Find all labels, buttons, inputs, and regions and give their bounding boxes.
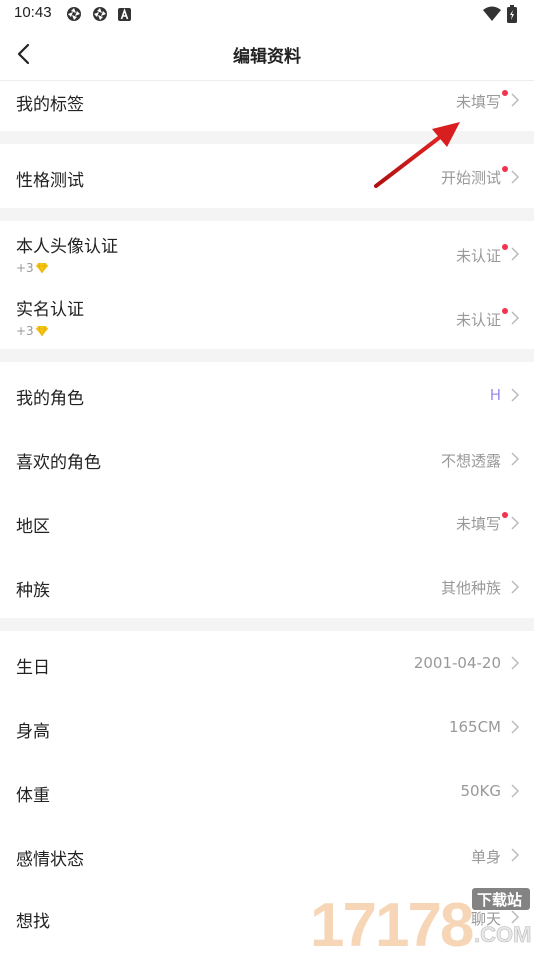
row-value: 其他种族 bbox=[440, 579, 501, 597]
row-value: 未填写 bbox=[455, 515, 501, 533]
row-label: 性格测试 bbox=[16, 171, 84, 191]
row-height[interactable]: 身高 165CM bbox=[0, 695, 534, 759]
aperture-icon bbox=[93, 7, 107, 21]
row-value: 50KG bbox=[460, 782, 501, 800]
row-value: 单身 bbox=[470, 848, 501, 866]
red-dot-badge bbox=[502, 166, 508, 172]
row-value: 2001-04-20 bbox=[413, 654, 501, 672]
red-dot-badge bbox=[502, 244, 508, 250]
chevron-right-icon bbox=[511, 93, 520, 107]
row-birthday[interactable]: 生日 2001-04-20 bbox=[0, 631, 534, 695]
row-label: 我的角色 bbox=[16, 389, 84, 409]
chevron-right-icon bbox=[511, 580, 520, 594]
reward-badge: +3 bbox=[16, 324, 48, 338]
diamond-icon bbox=[35, 263, 48, 273]
row-value: 不想透露 bbox=[440, 452, 501, 470]
battery-icon bbox=[507, 5, 517, 23]
row-label: 种族 bbox=[16, 581, 50, 601]
row-value: 未填写 bbox=[455, 93, 501, 111]
page-title: 编辑资料 bbox=[233, 47, 301, 67]
reward-text: +3 bbox=[16, 261, 34, 275]
chevron-right-icon bbox=[511, 452, 520, 466]
chevron-right-icon bbox=[511, 848, 520, 862]
chevron-right-icon bbox=[511, 388, 520, 402]
row-label: 想找 bbox=[16, 912, 50, 932]
row-weight[interactable]: 体重 50KG bbox=[0, 759, 534, 823]
row-my-role[interactable]: 我的角色 H bbox=[0, 362, 534, 426]
row-label: 本人头像认证 bbox=[16, 237, 118, 257]
row-realname-verification[interactable]: 实名认证 +3 未认证 bbox=[0, 285, 534, 349]
reward-text: +3 bbox=[16, 324, 34, 338]
watermark-number: 17178 bbox=[310, 891, 473, 950]
red-dot-badge bbox=[502, 512, 508, 518]
row-value: 未认证 bbox=[455, 247, 501, 265]
chevron-right-icon bbox=[511, 516, 520, 530]
row-label: 实名认证 bbox=[16, 300, 84, 320]
row-region[interactable]: 地区 未填写 bbox=[0, 490, 534, 554]
row-race[interactable]: 种族 其他种族 bbox=[0, 554, 534, 618]
section-divider bbox=[0, 618, 534, 631]
row-value: 165CM bbox=[448, 718, 501, 736]
row-label: 身高 bbox=[16, 722, 50, 742]
watermark-graphic: 17178 下载站 .COM bbox=[310, 888, 532, 954]
row-relationship-status[interactable]: 感情状态 单身 bbox=[0, 823, 534, 887]
row-label: 喜欢的角色 bbox=[16, 453, 101, 473]
red-dot-badge bbox=[502, 308, 508, 314]
chevron-right-icon bbox=[511, 170, 520, 184]
row-label: 我的标签 bbox=[16, 95, 84, 115]
title-bar: 编辑资料 bbox=[0, 28, 534, 81]
section-divider bbox=[0, 349, 534, 362]
row-label: 感情状态 bbox=[16, 850, 84, 870]
row-value: 未认证 bbox=[455, 311, 501, 329]
chevron-right-icon bbox=[511, 311, 520, 325]
row-label: 地区 bbox=[16, 517, 50, 537]
diamond-icon bbox=[35, 326, 48, 336]
chevron-right-icon bbox=[511, 247, 520, 261]
watermark-badge: 下载站 bbox=[477, 891, 522, 909]
row-label: 体重 bbox=[16, 786, 50, 806]
reward-badge: +3 bbox=[16, 261, 48, 275]
row-label: 生日 bbox=[16, 658, 50, 678]
red-dot-badge bbox=[502, 90, 508, 96]
status-time: 10:43 bbox=[14, 4, 52, 21]
watermark-domain: .COM bbox=[474, 922, 531, 947]
row-avatar-verification[interactable]: 本人头像认证 +3 未认证 bbox=[0, 221, 534, 285]
chevron-right-icon bbox=[511, 656, 520, 670]
annotation-arrow-icon bbox=[374, 122, 460, 188]
row-value: H bbox=[489, 386, 501, 404]
status-bar: 10:43 bbox=[0, 0, 534, 28]
watermark-logo: 17178 下载站 .COM bbox=[308, 880, 534, 954]
row-favorite-role[interactable]: 喜欢的角色 不想透露 bbox=[0, 426, 534, 490]
a-badge-icon bbox=[118, 8, 131, 21]
section-divider bbox=[0, 208, 534, 221]
chevron-right-icon bbox=[511, 720, 520, 734]
wifi-icon bbox=[483, 6, 501, 21]
chevron-right-icon bbox=[511, 784, 520, 798]
aperture-icon bbox=[67, 7, 81, 21]
